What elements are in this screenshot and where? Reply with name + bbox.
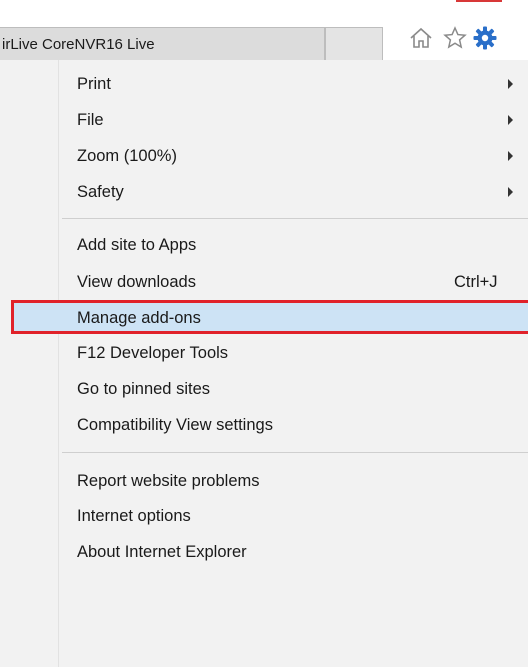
menu-item-label: Go to pinned sites [77, 380, 210, 398]
menu-item-safety[interactable]: Safety [0, 174, 528, 210]
menu-item-label: F12 Developer Tools [77, 344, 229, 362]
browser-tab[interactable]: irLive CoreNVR16 Live [0, 27, 325, 60]
menu-item-label: About Internet Explorer [77, 543, 247, 561]
gear-icon[interactable] [472, 25, 498, 51]
menu-item-label: Safety [77, 183, 124, 201]
menu-item-label: Compatibility View settings [77, 416, 273, 434]
tools-menu: Print File Zoom (100%) Safety Add site t… [0, 60, 528, 667]
submenu-arrow-icon [508, 187, 513, 197]
menu-item-label: File [77, 111, 104, 129]
menu-item-view-downloads[interactable]: View downloads Ctrl+J [0, 264, 528, 300]
menu-item-label: Manage add-ons [77, 309, 201, 327]
menu-item-label: Zoom (100%) [77, 147, 177, 165]
menu-item-f12-developer-tools[interactable]: F12 Developer Tools [0, 335, 528, 371]
menu-item-about-internet-explorer[interactable]: About Internet Explorer [0, 534, 528, 570]
submenu-arrow-icon [508, 115, 513, 125]
browser-toolbar: irLive CoreNVR16 Live [0, 0, 528, 60]
menu-item-report-website-problems[interactable]: Report website problems [0, 463, 528, 499]
window-accent [456, 0, 502, 2]
menu-item-print[interactable]: Print [0, 66, 528, 102]
home-icon[interactable] [408, 25, 434, 51]
menu-item-compatibility-view-settings[interactable]: Compatibility View settings [0, 407, 528, 443]
tab-title: irLive CoreNVR16 Live [2, 36, 155, 53]
menu-item-label: Report website problems [77, 472, 260, 490]
submenu-arrow-icon [508, 79, 513, 89]
shortcut-hint: Ctrl+J [454, 273, 498, 291]
new-tab-area[interactable] [325, 27, 383, 60]
menu-separator [62, 452, 528, 453]
menu-item-label: Internet options [77, 507, 191, 525]
menu-item-label: View downloads [77, 273, 196, 291]
menu-item-add-site-to-apps[interactable]: Add site to Apps [0, 227, 528, 263]
menu-item-go-to-pinned-sites[interactable]: Go to pinned sites [0, 371, 528, 407]
menu-item-label: Add site to Apps [77, 236, 197, 254]
submenu-arrow-icon [508, 151, 513, 161]
menu-item-internet-options[interactable]: Internet options [0, 498, 528, 534]
menu-item-label: Print [77, 75, 111, 93]
menu-item-zoom[interactable]: Zoom (100%) [0, 138, 528, 174]
menu-item-manage-add-ons[interactable]: Manage add-ons [0, 300, 528, 336]
menu-separator [62, 218, 528, 219]
star-icon[interactable] [442, 25, 468, 51]
menu-item-file[interactable]: File [0, 102, 528, 138]
